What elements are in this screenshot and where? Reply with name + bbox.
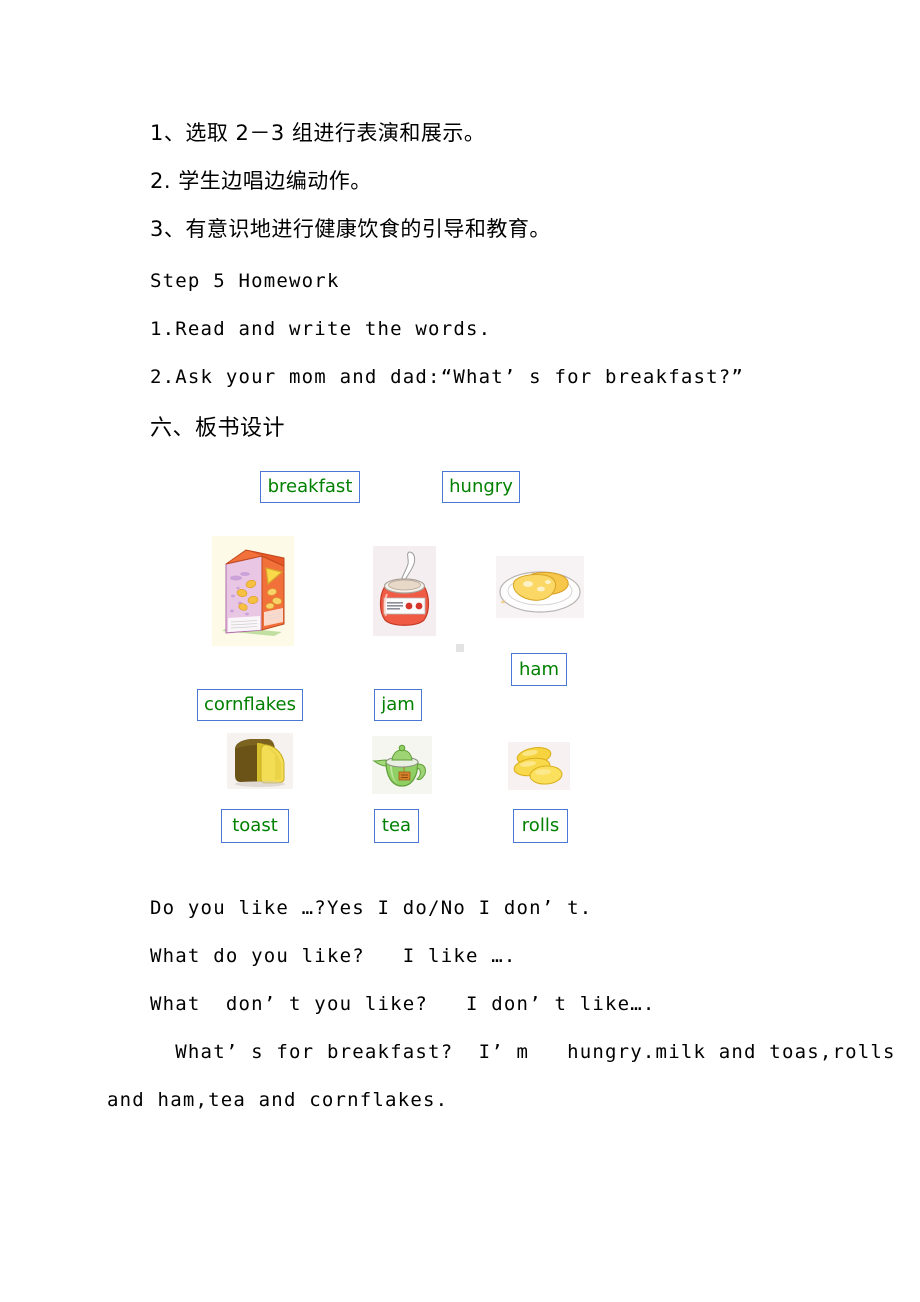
cereal-box-image [212, 536, 294, 646]
word-box-rolls[interactable]: rolls [513, 809, 568, 843]
word-box-breakfast[interactable]: breakfast [260, 471, 360, 503]
word-box-hungry[interactable]: hungry [442, 471, 520, 503]
dialogue-line-5: and ham,tea and cornflakes. [107, 1089, 449, 1111]
teapot-image [372, 736, 432, 794]
dialogue-line-4: What’ s for breakfast? I’ m hungry.milk … [150, 1041, 896, 1063]
homework-heading: Step 5 Homework [150, 270, 340, 292]
ham-on-plate-image [496, 556, 584, 618]
word-box-tea[interactable]: tea [374, 809, 419, 843]
lesson-step-line-1: 1、选取 2－3 组进行表演和展示。 [150, 121, 486, 145]
homework-item-2: 2.Ask your mom and dad:“What’ s for brea… [150, 366, 745, 388]
scan-artifact [456, 644, 464, 652]
homework-item-1: 1.Read and write the words. [150, 318, 492, 340]
lesson-step-line-3: 3、有意识地进行健康饮食的引导和教育。 [150, 217, 551, 241]
lesson-step-line-2: 2. 学生边唱边编动作。 [150, 169, 372, 193]
jam-jar-image [373, 546, 436, 636]
dialogue-line-2: What do you like? I like …. [150, 945, 517, 967]
document-page: 1、选取 2－3 组进行表演和展示。 2. 学生边唱边编动作。 3、有意识地进行… [0, 0, 920, 1302]
bread-rolls-image [508, 742, 570, 790]
word-box-jam[interactable]: jam [374, 689, 422, 721]
word-box-cornflakes[interactable]: cornflakes [197, 689, 303, 721]
bread-loaf-image [227, 733, 293, 789]
blackboard-design-heading: 六、板书设计 [150, 416, 286, 441]
word-box-ham[interactable]: ham [511, 653, 567, 686]
dialogue-line-1: Do you like …?Yes I do/No I don’ t. [150, 897, 593, 919]
word-box-toast[interactable]: toast [221, 809, 289, 843]
dialogue-line-3: What don’ t you like? I don’ t like…. [150, 993, 656, 1015]
